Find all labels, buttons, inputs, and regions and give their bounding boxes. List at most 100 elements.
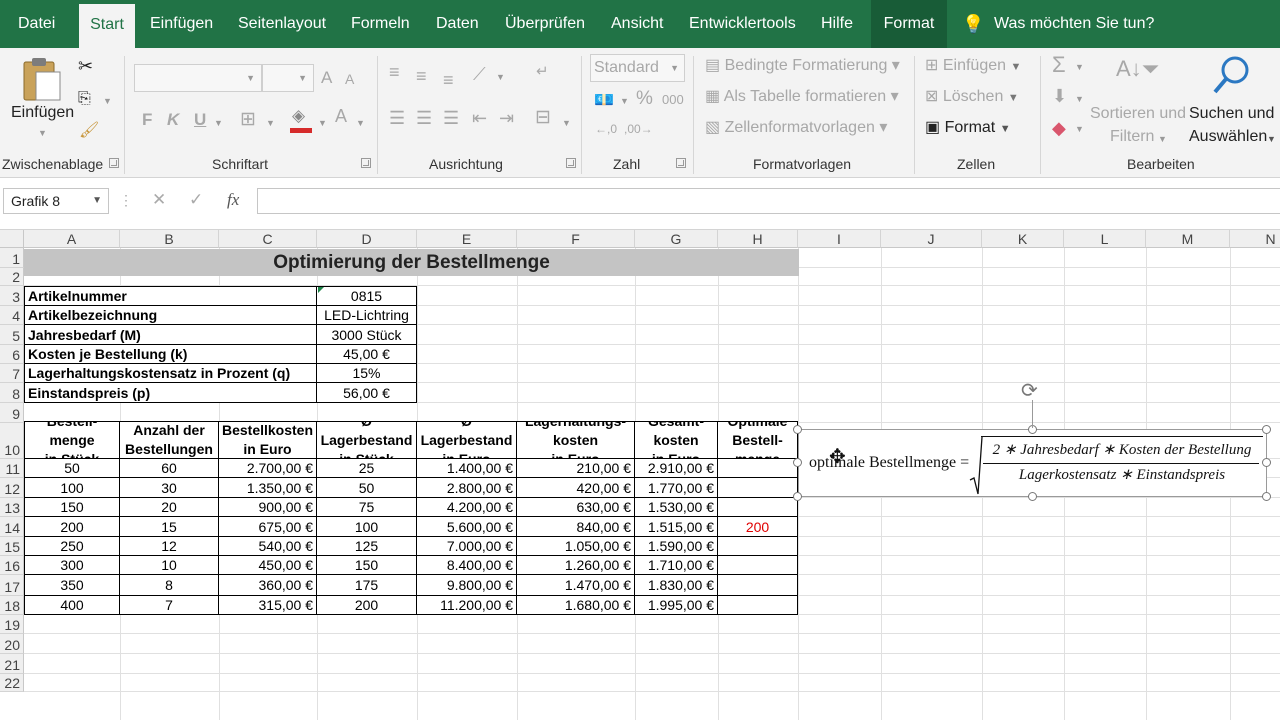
row-header-14[interactable]: 14 [0,517,24,537]
table-cell[interactable]: 1.350,00 € [219,478,317,498]
table-cell[interactable]: 1.515,00 € [635,517,718,537]
tab-hilfe[interactable]: Hilfe [821,0,853,48]
align-left-icon[interactable]: ☰ [389,108,405,129]
optimal-order-cell[interactable] [718,478,798,498]
table-cell[interactable]: 900,00 € [219,498,317,517]
align-right-icon[interactable]: ☰ [443,108,459,129]
row-header-10[interactable]: 10 [0,423,24,459]
sheet-title[interactable]: Optimierung der Bestellmenge [24,249,799,276]
table-cell[interactable]: 300 [24,556,120,575]
table-cell[interactable]: 840,00 € [517,517,635,537]
column-header-A[interactable]: A [24,230,120,248]
table-cell[interactable]: 1.995,00 € [635,596,718,615]
table-cell[interactable]: 350 [24,575,120,596]
increase-indent-icon[interactable]: ⇥ [499,108,514,129]
row-header-4[interactable]: 4 [0,306,24,325]
table-cell[interactable]: 675,00 € [219,517,317,537]
table-cell[interactable]: 360,00 € [219,575,317,596]
row-header-3[interactable]: 3 [0,286,24,306]
align-bottom-icon[interactable]: ≡ [443,70,454,91]
grow-font-button[interactable]: A [321,68,332,88]
table-cell[interactable]: 125 [317,537,417,556]
table-cell[interactable]: 250 [24,537,120,556]
clear-eraser-icon[interactable]: ◆ [1052,118,1066,139]
number-format-select[interactable]: Standard ▼ [590,54,685,82]
table-cell[interactable]: 7 [120,596,219,615]
column-header-M[interactable]: M [1146,230,1230,248]
table-header-cell[interactable]: ØLagerbestand in Euro [417,421,517,459]
row-header-19[interactable]: 19 [0,615,24,634]
optimal-order-cell[interactable] [718,575,798,596]
row-header-22[interactable]: 22 [0,674,24,692]
insert-function-button[interactable]: fx [227,190,239,210]
thousands-button[interactable]: 000 [662,92,684,107]
row-header-2[interactable]: 2 [0,268,24,286]
increase-decimal-icon[interactable]: ←,0 [595,122,617,136]
table-cell[interactable]: 450,00 € [219,556,317,575]
tab-ansicht[interactable]: Ansicht [611,0,663,48]
fill-icon[interactable]: ⬇ [1052,86,1067,107]
row-header-20[interactable]: 20 [0,634,24,654]
table-header-cell[interactable]: Lagerhaltungs-kosten in Euro [517,421,635,459]
table-cell[interactable]: 420,00 € [517,478,635,498]
table-cell[interactable]: 8 [120,575,219,596]
resize-handle[interactable] [1028,492,1037,501]
conditional-formatting-button[interactable]: ▤ Bedingte Formatierung ▾ [705,55,900,75]
column-header-N[interactable]: N [1230,230,1280,248]
tab-ueberpruefen[interactable]: Überprüfen [505,0,585,48]
info-value[interactable]: 56,00 € [317,383,417,403]
column-header-H[interactable]: H [718,230,798,248]
table-cell[interactable]: 2.700,00 € [219,459,317,478]
row-header-1[interactable]: 1 [0,248,24,268]
row-header-16[interactable]: 16 [0,556,24,575]
table-cell[interactable]: 1.710,00 € [635,556,718,575]
wrap-text-icon[interactable]: ↵ [536,62,549,80]
row-header-17[interactable]: 17 [0,575,24,596]
tab-einfuegen[interactable]: Einfügen [150,0,213,48]
number-launcher-icon[interactable] [676,158,686,168]
row-header-18[interactable]: 18 [0,596,24,615]
sort-filter-button[interactable]: A↓⏷ Sortieren und Filtern ▼ [1090,52,1186,152]
table-cell[interactable]: 540,00 € [219,537,317,556]
name-box[interactable]: Grafik 8 ▼ [3,188,109,214]
table-cell[interactable]: 150 [24,498,120,517]
accounting-icon[interactable]: 💶 [594,90,614,110]
decrease-decimal-icon[interactable]: ,00→ [624,122,653,136]
column-header-D[interactable]: D [317,230,417,248]
select-all-corner[interactable] [0,230,24,248]
table-cell[interactable]: 4.200,00 € [417,498,517,517]
tab-format[interactable]: Format [871,0,947,48]
format-as-table-button[interactable]: ▦ Als Tabelle formatieren ▾ [705,86,899,106]
resize-handle[interactable] [1262,458,1271,467]
resize-handle[interactable] [793,492,802,501]
find-select-button[interactable]: Suchen und Auswählen ▼ [1188,52,1278,152]
table-cell[interactable]: 2.910,00 € [635,459,718,478]
row-header-12[interactable]: 12 [0,478,24,498]
format-cells-button[interactable]: ▣ Format ▼ [925,117,1011,137]
italic-button[interactable]: K [167,110,179,130]
table-cell[interactable]: 50 [24,459,120,478]
column-header-C[interactable]: C [219,230,317,248]
table-cell[interactable]: 1.470,00 € [517,575,635,596]
paste-button[interactable]: Einfügen ▼ [6,54,76,144]
font-size-select[interactable]: ▼ [262,64,314,92]
orientation-icon[interactable]: ⟋ [473,64,486,85]
table-cell[interactable]: 150 [317,556,417,575]
table-cell[interactable]: 2.800,00 € [417,478,517,498]
table-cell[interactable]: 315,00 € [219,596,317,615]
table-cell[interactable]: 75 [317,498,417,517]
info-label[interactable]: Artikelbezeichnung [24,306,317,325]
table-cell[interactable]: 1.830,00 € [635,575,718,596]
row-header-13[interactable]: 13 [0,498,24,517]
delete-cells-button[interactable]: ⊠ Löschen ▼ [925,86,1019,106]
table-cell[interactable]: 100 [317,517,417,537]
table-cell[interactable]: 20 [120,498,219,517]
rotate-handle-icon[interactable]: ⟳ [1021,378,1038,403]
info-label[interactable]: Einstandspreis (p) [24,383,317,403]
decrease-indent-icon[interactable]: ⇤ [472,108,487,129]
optimal-order-cell[interactable] [718,498,798,517]
align-top-icon[interactable]: ≡ [389,62,400,83]
table-cell[interactable]: 1.680,00 € [517,596,635,615]
table-cell[interactable]: 210,00 € [517,459,635,478]
table-cell[interactable]: 60 [120,459,219,478]
